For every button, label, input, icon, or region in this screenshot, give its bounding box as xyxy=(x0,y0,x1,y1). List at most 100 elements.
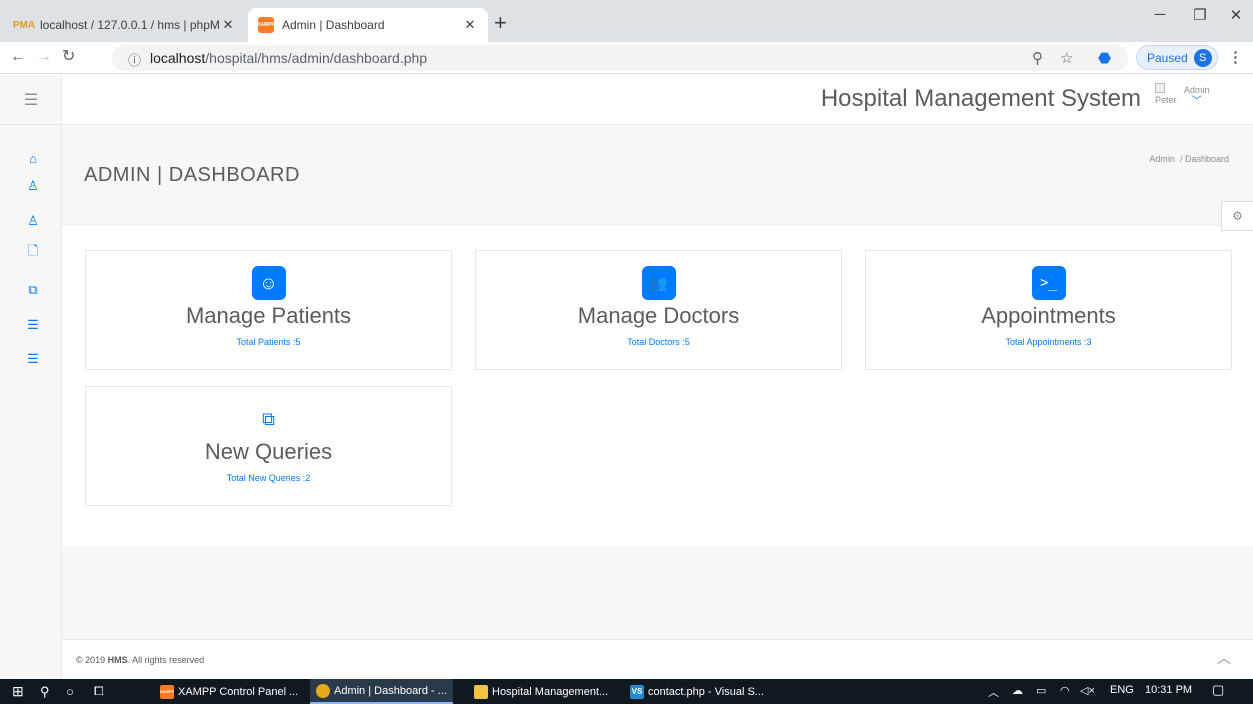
card-manage-doctors[interactable]: 👥 Manage Doctors Total Doctors :5 xyxy=(475,250,842,370)
breadcrumb-separator: / xyxy=(1179,154,1183,164)
close-icon[interactable]: ✕ xyxy=(220,17,236,33)
card-subtitle[interactable]: Total Doctors :5 xyxy=(476,337,841,347)
page-title: ADMIN | DASHBOARD xyxy=(84,164,300,186)
terminal-icon: >_ xyxy=(1031,266,1066,300)
smile-icon: ☺ xyxy=(251,266,286,300)
user-avatar[interactable]: Peter xyxy=(1155,83,1179,113)
chrome-icon xyxy=(316,683,330,698)
restore-icon[interactable]: ❐ xyxy=(1190,6,1210,24)
taskbar-app-chrome[interactable]: Admin | Dashboard - ... xyxy=(310,679,453,704)
notifications-icon[interactable]: ▢ xyxy=(1212,682,1224,698)
scroll-top-icon[interactable]: ︿ xyxy=(1217,648,1231,668)
browser-tab-dashboard[interactable]: XAMPP Admin | Dashboard ✕ xyxy=(248,8,488,42)
url-path: /hospital/hms/admin/dashboard.php xyxy=(205,50,428,66)
clock[interactable]: 10:31 PM xyxy=(1145,684,1192,696)
breadcrumb-current: Dashboard xyxy=(1184,154,1229,164)
chevron-down-icon: ﹀ xyxy=(1191,96,1202,107)
minimize-icon[interactable]: ─ xyxy=(1150,6,1170,23)
taskbar-app-vscode[interactable]: VS contact.php - Visual S... xyxy=(624,679,770,704)
card-manage-patients[interactable]: ☺ Manage Patients Total Patients :5 xyxy=(85,250,452,370)
info-icon[interactable]: ⓘ xyxy=(128,50,141,69)
paused-label: Paused xyxy=(1147,50,1188,65)
back-icon[interactable]: ← xyxy=(10,48,26,66)
profile-paused-button[interactable]: Paused S xyxy=(1136,45,1218,70)
taskbar-app-label: XAMPP Control Panel ... xyxy=(178,685,299,698)
url-host: localhost xyxy=(150,50,206,66)
sidebar: ☰ ⌂ ♙ ♙ 🗋 ⧉ ☰ ☰ xyxy=(0,75,62,679)
browser-toolbar: ← → ↻ ⓘ localhost/hospital/hms/admin/das… xyxy=(0,42,1253,74)
file-icon[interactable]: 🗋 xyxy=(24,243,42,262)
taskbar-app-label: contact.php - Visual S... xyxy=(648,685,764,698)
page-title-bar: ADMIN | DASHBOARD Admin / Dashboard xyxy=(62,126,1253,226)
window-close-icon[interactable]: ✕ xyxy=(1226,6,1246,24)
copyright: © 2019 HMS. All rights reserved xyxy=(76,655,204,665)
taskbar-app-label: Admin | Dashboard - ... xyxy=(334,684,447,697)
battery-icon[interactable]: ▭ xyxy=(1036,684,1046,697)
user-icon[interactable]: ♙ xyxy=(24,212,42,230)
users-icon: 👥 xyxy=(641,266,676,300)
avatar: S xyxy=(1193,48,1212,67)
card-subtitle[interactable]: Total Patients :5 xyxy=(86,337,451,347)
card-appointments[interactable]: >_ Appointments Total Appointments :3 xyxy=(865,250,1232,370)
volume-muted-icon[interactable]: ◁× xyxy=(1080,684,1095,697)
content-lower-area xyxy=(62,546,1253,639)
task-view-icon[interactable]: ⧠ xyxy=(94,679,104,704)
tab-title: Admin | Dashboard xyxy=(282,18,385,32)
browser-tabstrip: PMA localhost / 127.0.0.1 / hms | phpM ✕… xyxy=(0,0,1253,42)
copyright-suffix: . All rights reserved xyxy=(127,655,205,665)
files-icon: ⧉ xyxy=(262,408,275,429)
reload-icon[interactable]: ↻ xyxy=(62,48,75,66)
breadcrumb: Admin / Dashboard xyxy=(1149,154,1229,164)
broken-image-icon xyxy=(1155,83,1165,93)
copyright-brand: HMS xyxy=(107,655,128,665)
url-text: localhost/hospital/hms/admin/dashboard.p… xyxy=(150,50,427,66)
home-icon[interactable]: ⌂ xyxy=(24,149,42,167)
language-indicator[interactable]: ENG xyxy=(1110,684,1134,696)
menu-icon[interactable]: ⋮ xyxy=(1228,48,1243,66)
cortana-icon[interactable]: ○ xyxy=(66,679,74,704)
windows-taskbar: ⊞ ⚲ ○ ⧠ XAMPP XAMPP Control Panel ... Ad… xyxy=(0,679,1253,704)
card-title: Manage Patients xyxy=(185,303,352,328)
copyright-prefix: © 2019 xyxy=(76,655,108,665)
address-bar[interactable]: ⓘ localhost/hospital/hms/admin/dashboard… xyxy=(112,45,1128,71)
new-tab-button[interactable]: + xyxy=(494,12,507,34)
tab-title: localhost / 127.0.0.1 / hms | phpM xyxy=(40,18,220,32)
taskbar-app-label: Hospital Management... xyxy=(492,685,609,698)
xampp-icon: XAMPP xyxy=(160,684,174,699)
card-subtitle[interactable]: Total New Queries :2 xyxy=(86,473,451,483)
user-icon[interactable]: ♙ xyxy=(24,177,42,195)
app-header: Hospital Management System Peter Admin ﹀ xyxy=(62,75,1253,125)
list-icon[interactable]: ☰ xyxy=(24,316,42,334)
folder-icon xyxy=(474,684,488,699)
footer: © 2019 HMS. All rights reserved ︿ xyxy=(62,639,1253,679)
tray-chevron-icon[interactable]: ︿ xyxy=(988,684,999,700)
files-icon[interactable]: ⧉ xyxy=(24,281,42,299)
breadcrumb-root[interactable]: Admin xyxy=(1149,154,1175,164)
user-menu[interactable]: Admin ﹀ xyxy=(1184,85,1210,107)
browser-tab-phpmyadmin[interactable]: PMA localhost / 127.0.0.1 / hms | phpM ✕ xyxy=(6,8,246,42)
card-new-queries[interactable]: ⧉ New Queries Total New Queries :2 xyxy=(85,386,452,506)
sidebar-toggle-icon[interactable]: ☰ xyxy=(0,75,62,125)
wifi-icon[interactable]: ◠ xyxy=(1060,684,1070,697)
extension-icon[interactable]: ⬣ xyxy=(1098,49,1111,67)
close-icon[interactable]: ✕ xyxy=(462,17,478,33)
vscode-icon: VS xyxy=(630,684,644,699)
taskbar-app-xampp[interactable]: XAMPP XAMPP Control Panel ... xyxy=(154,679,304,704)
card-subtitle[interactable]: Total Appointments :3 xyxy=(866,337,1231,347)
phpmyadmin-icon: PMA xyxy=(12,19,36,31)
zoom-icon[interactable]: ⚲ xyxy=(1032,49,1043,67)
card-title: Manage Doctors xyxy=(577,303,740,328)
windows-start-icon[interactable]: ⊞ xyxy=(12,679,24,704)
forward-icon[interactable]: → xyxy=(36,48,52,66)
card-title: Appointments xyxy=(981,303,1116,328)
settings-gear-icon[interactable]: ⚙ xyxy=(1221,201,1253,231)
search-icon[interactable]: ⚲ xyxy=(40,679,50,704)
taskbar-app-explorer[interactable]: Hospital Management... xyxy=(468,679,614,704)
xampp-icon: XAMPP xyxy=(257,17,275,33)
list-icon[interactable]: ☰ xyxy=(24,350,42,368)
onedrive-icon[interactable]: ☁ xyxy=(1012,684,1023,697)
user-image-alt: Peter xyxy=(1155,95,1177,105)
card-title: New Queries xyxy=(204,439,333,464)
user-label: Admin xyxy=(1184,85,1210,95)
star-icon[interactable]: ☆ xyxy=(1060,49,1073,67)
